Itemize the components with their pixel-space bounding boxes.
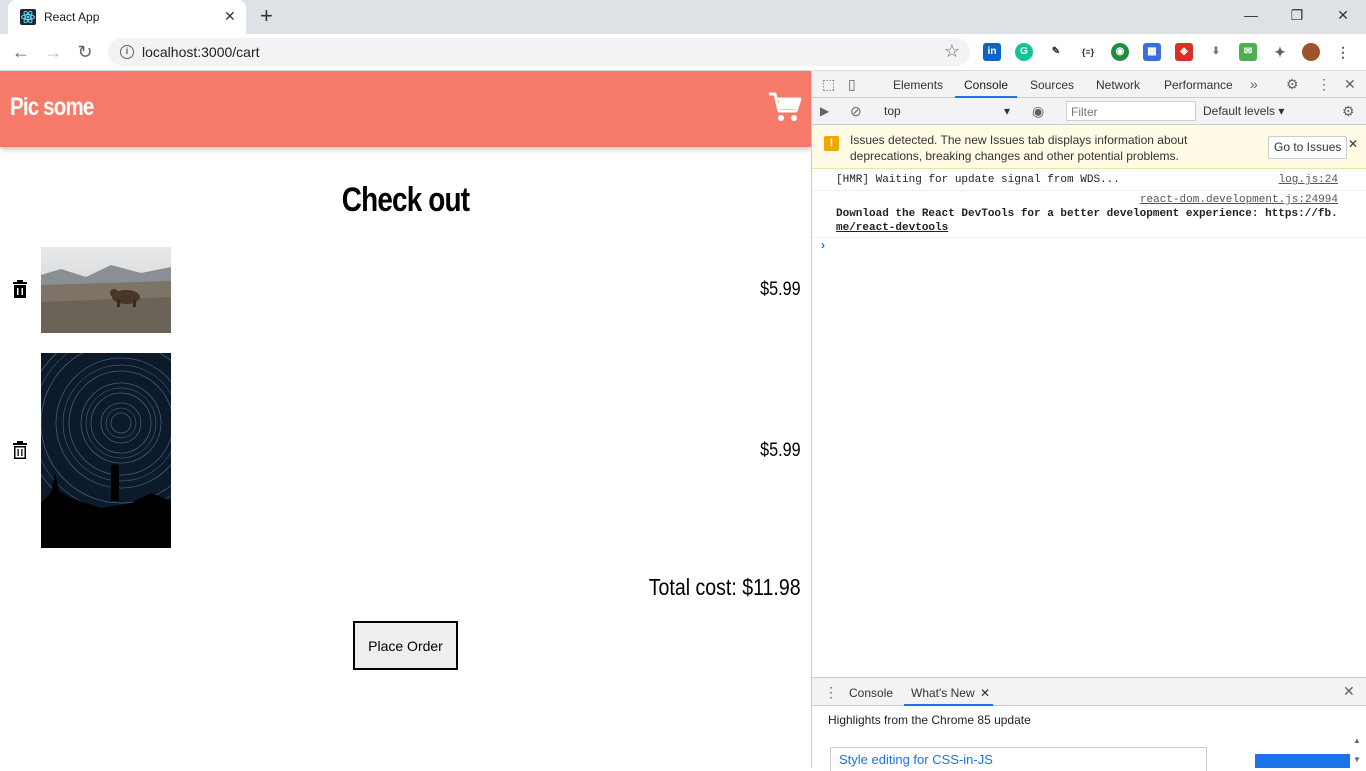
trash-outline-icon[interactable] <box>10 440 30 460</box>
tab-console[interactable]: Console <box>964 78 1008 92</box>
extension-red-icon[interactable]: ◈ <box>1175 43 1193 61</box>
extensions-puzzle-icon[interactable]: ✦ <box>1271 43 1289 61</box>
back-icon[interactable]: ← <box>10 41 32 63</box>
console-log-line: [HMR] Waiting for update signal from WDS… <box>836 174 1120 186</box>
console-log-link[interactable]: me/react-devtools <box>836 222 948 234</box>
whats-new-heading: Highlights from the Chrome 85 update <box>828 713 1031 727</box>
settings-icon[interactable]: ⚙ <box>1286 76 1299 93</box>
go-to-issues-button[interactable]: Go to Issues <box>1268 136 1348 159</box>
json-viewer-icon[interactable]: {≡} <box>1079 43 1097 61</box>
context-select[interactable]: top ▾ <box>884 104 1014 118</box>
eye-icon[interactable]: ◉ <box>1032 103 1044 120</box>
extension-mail-icon[interactable]: ✉ <box>1239 43 1257 61</box>
window-close-icon[interactable]: ✕ <box>1320 4 1366 28</box>
filter-input[interactable]: Filter <box>1066 101 1196 121</box>
drawer-tab-whats-new[interactable]: What's New <box>911 686 975 700</box>
profile-avatar[interactable] <box>1302 43 1320 61</box>
log-separator <box>812 237 1366 238</box>
console-log-line: Download the React DevTools for a better… <box>836 208 1338 220</box>
inspect-element-icon[interactable]: ⬚ <box>822 76 835 93</box>
drawer-tab-close-icon[interactable]: ✕ <box>980 686 990 700</box>
sidebar-toggle-icon[interactable]: ▶ <box>820 104 829 118</box>
bookmark-star-icon[interactable]: ☆ <box>944 41 960 62</box>
extension-blue-icon[interactable]: ▦ <box>1143 43 1161 61</box>
devtools-tabbar: ⬚ ▯ Elements Console Sources Network Per… <box>812 71 1366 98</box>
whats-new-image <box>1255 754 1350 768</box>
tab-performance[interactable]: Performance <box>1164 78 1233 92</box>
total-cost: Total cost: $11.98 <box>649 574 801 600</box>
cart-icon[interactable] <box>768 91 802 123</box>
place-order-button[interactable]: Place Order <box>353 621 458 670</box>
page-title: Check out <box>341 181 470 219</box>
browser-window: React App ✕ + — ❐ ✕ ← → ↻ i localhost:30… <box>0 0 1366 771</box>
url-text[interactable]: localhost:3000/cart <box>142 44 260 60</box>
scroll-down-icon[interactable]: ▼ <box>1353 755 1361 764</box>
device-toolbar-icon[interactable]: ▯ <box>848 76 856 93</box>
tab-strip: React App ✕ + — ❐ ✕ <box>0 0 1366 34</box>
chevron-down-icon: ▾ <box>1004 104 1011 118</box>
context-select-value: top <box>884 104 901 118</box>
tab-close-icon[interactable]: ✕ <box>224 8 236 24</box>
whats-new-card[interactable]: Style editing for CSS-in-JS <box>830 747 1207 771</box>
browser-toolbar: ← → ↻ i localhost:3000/cart ☆ in G ✎ {≡}… <box>0 34 1366 71</box>
drawer-active-indicator <box>904 704 993 706</box>
site-info-icon[interactable]: i <box>120 45 134 59</box>
trash-icon[interactable] <box>10 279 30 299</box>
reload-icon[interactable]: ↻ <box>74 41 96 63</box>
item-price: $5.99 <box>760 440 801 461</box>
devtools-menu-icon[interactable]: ⋮ <box>1317 76 1331 93</box>
minimize-icon[interactable]: — <box>1228 4 1274 28</box>
issues-text: Issues detected. The new Issues tab disp… <box>850 133 1188 163</box>
bear-photo <box>41 247 171 333</box>
download-icon[interactable]: ⬇ <box>1207 43 1225 61</box>
more-tabs-icon[interactable]: » <box>1250 76 1258 92</box>
warning-icon: ! <box>824 136 839 151</box>
star-trails-photo <box>41 353 171 548</box>
clear-console-icon[interactable]: ⊘ <box>850 103 862 120</box>
extension-green-icon[interactable]: ◉ <box>1111 43 1129 61</box>
app-header: Pic some <box>0 71 811 147</box>
log-source-link[interactable]: log.js:24 <box>1279 174 1338 186</box>
new-tab-icon[interactable]: + <box>260 5 273 27</box>
restore-icon[interactable]: ❐ <box>1274 4 1320 28</box>
browser-menu-icon[interactable]: ⋮ <box>1334 43 1352 61</box>
tab-sources[interactable]: Sources <box>1030 78 1074 92</box>
eyedropper-icon[interactable]: ✎ <box>1047 43 1065 61</box>
forward-icon[interactable]: → <box>42 41 64 63</box>
console-settings-icon[interactable]: ⚙ <box>1342 103 1355 120</box>
devtools-close-icon[interactable]: ✕ <box>1344 76 1356 93</box>
console-toolbar: ▶ ⊘ top ▾ ◉ Filter Default levels ▾ ⚙ <box>812 98 1366 125</box>
grammarly-icon[interactable]: G <box>1015 43 1033 61</box>
web-page: Pic some Check out $5.99 $5.99 Total cos… <box>0 71 811 768</box>
drawer-menu-icon[interactable]: ⋮ <box>824 684 838 701</box>
drawer-tabbar: ⋮ Console What's New ✕ ✕ <box>812 677 1366 706</box>
log-levels-dropdown[interactable]: Default levels ▾ <box>1203 104 1284 118</box>
browser-tab[interactable]: React App ✕ <box>8 0 246 34</box>
tab-title: React App <box>44 10 100 24</box>
console-prompt-icon[interactable]: › <box>821 238 825 252</box>
address-bar[interactable]: i localhost:3000/cart ☆ <box>108 38 970 66</box>
whats-new-card-title[interactable]: Style editing for CSS-in-JS <box>839 752 993 767</box>
devtools-panel: ⬚ ▯ Elements Console Sources Network Per… <box>811 71 1366 771</box>
issues-banner: ! Issues detected. The new Issues tab di… <box>812 125 1366 169</box>
react-icon <box>20 9 36 25</box>
linkedin-icon[interactable]: in <box>983 43 1001 61</box>
log-separator <box>812 190 1366 191</box>
brand-logo[interactable]: Pic some <box>10 93 94 122</box>
drawer-tab-console[interactable]: Console <box>849 686 893 700</box>
issues-close-icon[interactable]: ✕ <box>1348 137 1358 151</box>
tab-network[interactable]: Network <box>1096 78 1140 92</box>
item-price: $5.99 <box>760 279 801 300</box>
drawer-close-icon[interactable]: ✕ <box>1343 683 1355 700</box>
tab-elements[interactable]: Elements <box>893 78 943 92</box>
scroll-up-icon[interactable]: ▲ <box>1353 736 1361 745</box>
log-source-link[interactable]: react-dom.development.js:24994 <box>1140 194 1338 206</box>
